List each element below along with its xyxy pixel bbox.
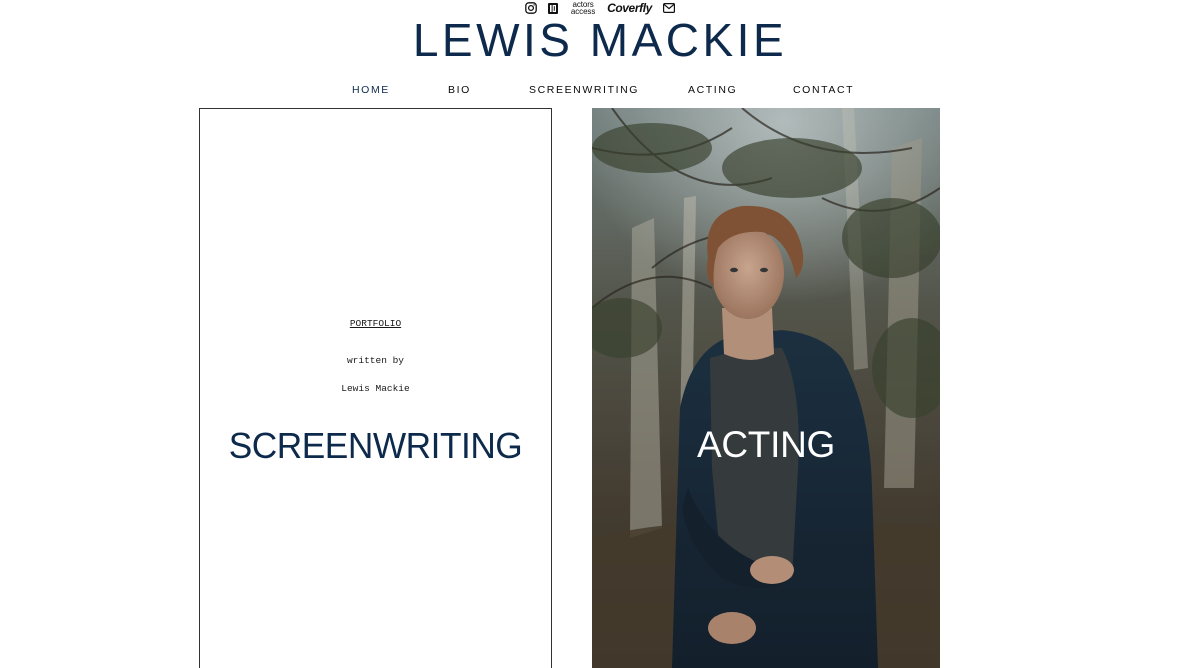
site-title[interactable]: LEWIS MACKIE — [0, 14, 1200, 66]
main-nav: HOME BIO SCREENWRITING ACTING CONTACT — [0, 84, 1200, 100]
nav-acting[interactable]: ACTING — [688, 84, 737, 96]
screenwriting-panel[interactable]: PORTFOLIO written by Lewis Mackie SCREEN… — [199, 108, 552, 668]
nav-home[interactable]: HOME — [352, 84, 390, 96]
nav-contact[interactable]: CONTACT — [793, 84, 854, 96]
envelope-icon[interactable] — [663, 1, 676, 15]
actors-access-logo[interactable]: actors access — [570, 1, 596, 16]
coverfly-link[interactable]: Coverfly — [607, 1, 652, 15]
acting-label: ACTING — [697, 424, 835, 465]
instagram-icon[interactable] — [524, 1, 538, 15]
screenwriting-label: SCREENWRITING — [228, 425, 523, 466]
acting-headshot-photo — [592, 108, 940, 668]
acting-panel[interactable]: ACTING — [592, 108, 940, 668]
nav-screenwriting[interactable]: SCREENWRITING — [529, 84, 639, 96]
imdb-icon[interactable] — [547, 1, 559, 15]
script-author: Lewis Mackie — [341, 383, 410, 394]
script-written-by: written by — [346, 355, 404, 366]
nav-bio[interactable]: BIO — [448, 84, 471, 96]
script-title: PORTFOLIO — [349, 318, 402, 329]
